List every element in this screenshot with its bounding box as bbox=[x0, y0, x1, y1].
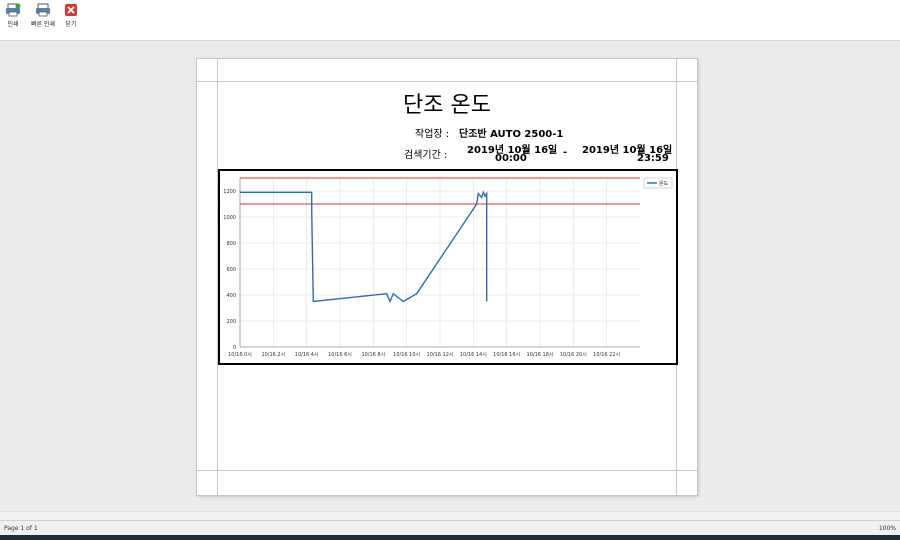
period-separator: - bbox=[563, 147, 568, 158]
margin-guide bbox=[197, 81, 697, 82]
x-tick-label: 10/16 22시 bbox=[593, 352, 620, 358]
y-tick-label: 600 bbox=[226, 267, 236, 273]
period-label: 검색기간 : bbox=[404, 150, 448, 161]
close-icon bbox=[65, 4, 77, 16]
start-time: 00:00 bbox=[495, 153, 527, 164]
x-tick-label: 10/16 10시 bbox=[393, 352, 420, 358]
printer-icon bbox=[6, 3, 21, 17]
y-tick-label: 1200 bbox=[223, 189, 236, 195]
workplace-label: 작업장 : bbox=[415, 129, 450, 140]
series-line-temperature bbox=[240, 190, 488, 304]
y-tick-label: 800 bbox=[226, 241, 236, 247]
x-tick-label: 10/16 4시 bbox=[295, 352, 319, 358]
temperature-chart: 0 200 400 600 800 1000 1200 10/16 0시 10/16 2시 10/… bbox=[218, 169, 678, 365]
report-title: 단조 온도 bbox=[403, 93, 491, 118]
taskbar bbox=[0, 535, 900, 540]
print-button[interactable]: 인쇄 bbox=[5, 3, 21, 28]
page-info: Page 1 of 1 bbox=[4, 525, 38, 532]
x-tick-label: 10/16 12시 bbox=[427, 352, 454, 358]
x-tick-label: 10/16 14시 bbox=[460, 352, 487, 358]
x-tick-label: 10/16 2시 bbox=[261, 352, 285, 358]
y-tick-label: 400 bbox=[226, 293, 236, 299]
report-viewport[interactable]: 단조 온도 작업장 : 단조반 AUTO 2500-1 검색기간 : 2019년… bbox=[0, 41, 900, 511]
chart-svg: 0 200 400 600 800 1000 1200 10/16 0시 10/16 2시 10/… bbox=[223, 177, 673, 358]
horizontal-scrollbar[interactable] bbox=[0, 511, 900, 520]
toolbar: 인쇄 빠른 인쇄 닫기 bbox=[0, 0, 900, 41]
quick-print-label: 빠른 인쇄 bbox=[31, 21, 55, 28]
print-label: 인쇄 bbox=[7, 21, 19, 28]
end-time: 23:59 bbox=[637, 153, 669, 164]
workplace-value: 단조반 AUTO 2500-1 bbox=[459, 129, 564, 140]
x-tick-label: 10/16 0시 bbox=[228, 352, 252, 358]
zoom-level: 100% bbox=[878, 525, 896, 532]
x-tick-label: 10/16 20시 bbox=[560, 352, 587, 358]
printer-icon bbox=[36, 3, 50, 17]
close-button[interactable]: 닫기 bbox=[64, 3, 78, 28]
y-tick-label: 200 bbox=[226, 319, 236, 325]
y-tick-label: 0 bbox=[233, 345, 236, 351]
x-tick-label: 10/16 8시 bbox=[361, 352, 385, 358]
y-tick-label: 1000 bbox=[223, 215, 236, 221]
margin-guide bbox=[197, 470, 697, 471]
report-page: 단조 온도 작업장 : 단조반 AUTO 2500-1 검색기간 : 2019년… bbox=[196, 58, 698, 496]
quick-print-button[interactable]: 빠른 인쇄 bbox=[31, 3, 55, 28]
legend-label: 온도 bbox=[659, 181, 669, 187]
x-tick-label: 10/16 18시 bbox=[527, 352, 554, 358]
status-bar: Page 1 of 1 100% bbox=[0, 520, 900, 536]
close-label: 닫기 bbox=[65, 21, 77, 28]
x-tick-label: 10/16 6시 bbox=[328, 352, 352, 358]
x-tick-label: 10/16 16시 bbox=[493, 352, 520, 358]
